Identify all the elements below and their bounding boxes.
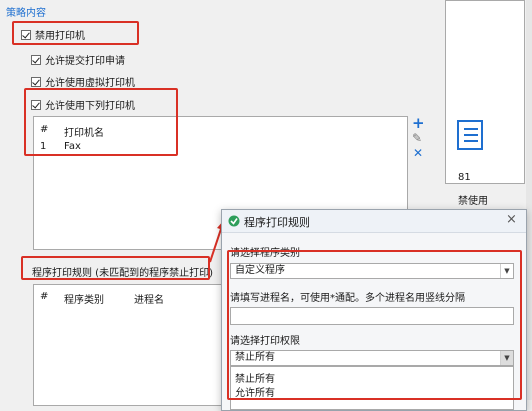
allow-submit-label: 允许提交打印申请: [45, 56, 125, 67]
rules-label: 程序打印规则 (未匹配到的程序禁止打印): [32, 268, 213, 279]
chevron-down-icon[interactable]: ▼: [500, 264, 513, 278]
disable-printer-checkbox[interactable]: 禁用打印机: [21, 27, 85, 42]
right-panel: [445, 0, 525, 184]
checkbox-checked-icon[interactable]: [21, 29, 31, 40]
printer-row-name: Fax: [64, 141, 81, 152]
right-panel-text: 禁使用: [458, 196, 488, 207]
dialog-title: 程序打印规则: [244, 216, 310, 229]
process-name-input[interactable]: [230, 307, 514, 325]
print-permission-value: 禁止所有: [235, 352, 275, 363]
permission-dropdown-list[interactable]: 禁止所有 允许所有: [230, 366, 514, 410]
close-icon[interactable]: ×: [506, 212, 517, 227]
x-icon[interactable]: ✕: [413, 146, 423, 160]
rules-list[interactable]: # 程序类别 进程名: [33, 284, 235, 406]
table-row[interactable]: 1 Fax: [34, 139, 406, 153]
program-type-value: 自定义程序: [235, 265, 285, 276]
printer-col-name: 打印机名: [64, 128, 104, 139]
dialog-titlebar[interactable]: 程序打印规则 ×: [222, 210, 526, 233]
program-type-select[interactable]: 自定义程序 ▼: [230, 263, 514, 279]
pencil-icon[interactable]: ✎: [412, 131, 422, 145]
allow-listed-label: 允许使用下列打印机: [45, 101, 135, 112]
document-list-icon: [457, 120, 483, 150]
print-permission-label: 请选择打印权限: [230, 336, 300, 347]
allow-listed-checkbox[interactable]: 允许使用下列打印机: [31, 97, 135, 112]
list-item[interactable]: 允许所有: [235, 384, 275, 399]
checkbox-checked-icon[interactable]: [31, 99, 41, 110]
rules-col-proc: 进程名: [134, 295, 164, 306]
rules-col-type: 程序类别: [64, 295, 104, 306]
app-logo-icon: [228, 215, 240, 227]
allow-virtual-checkbox[interactable]: 允许使用虚拟打印机: [31, 74, 135, 89]
list-item[interactable]: 禁止所有: [235, 370, 275, 385]
program-rule-dialog: 程序打印规则 × 请选择程序类别 自定义程序 ▼ 请填写进程名，可使用*通配。多…: [221, 209, 527, 411]
checkbox-checked-icon[interactable]: [31, 76, 41, 87]
policy-heading: 策略内容: [6, 8, 46, 19]
process-name-label: 请填写进程名，可使用*通配。多个进程名用竖线分隔: [230, 293, 465, 304]
printer-row-num: 1: [40, 141, 47, 152]
allow-submit-checkbox[interactable]: 允许提交打印申请: [31, 52, 125, 67]
right-panel-number: 81: [458, 172, 471, 183]
rules-col-num: #: [40, 291, 49, 302]
plus-icon[interactable]: +: [412, 114, 425, 132]
chevron-down-icon[interactable]: ▼: [500, 351, 513, 365]
disable-printer-label: 禁用打印机: [35, 31, 85, 42]
print-permission-select[interactable]: 禁止所有 ▼: [230, 350, 514, 366]
allow-virtual-label: 允许使用虚拟打印机: [45, 78, 135, 89]
checkbox-checked-icon[interactable]: [31, 54, 41, 65]
program-type-label: 请选择程序类别: [230, 248, 300, 259]
printer-col-num: #: [40, 124, 49, 135]
